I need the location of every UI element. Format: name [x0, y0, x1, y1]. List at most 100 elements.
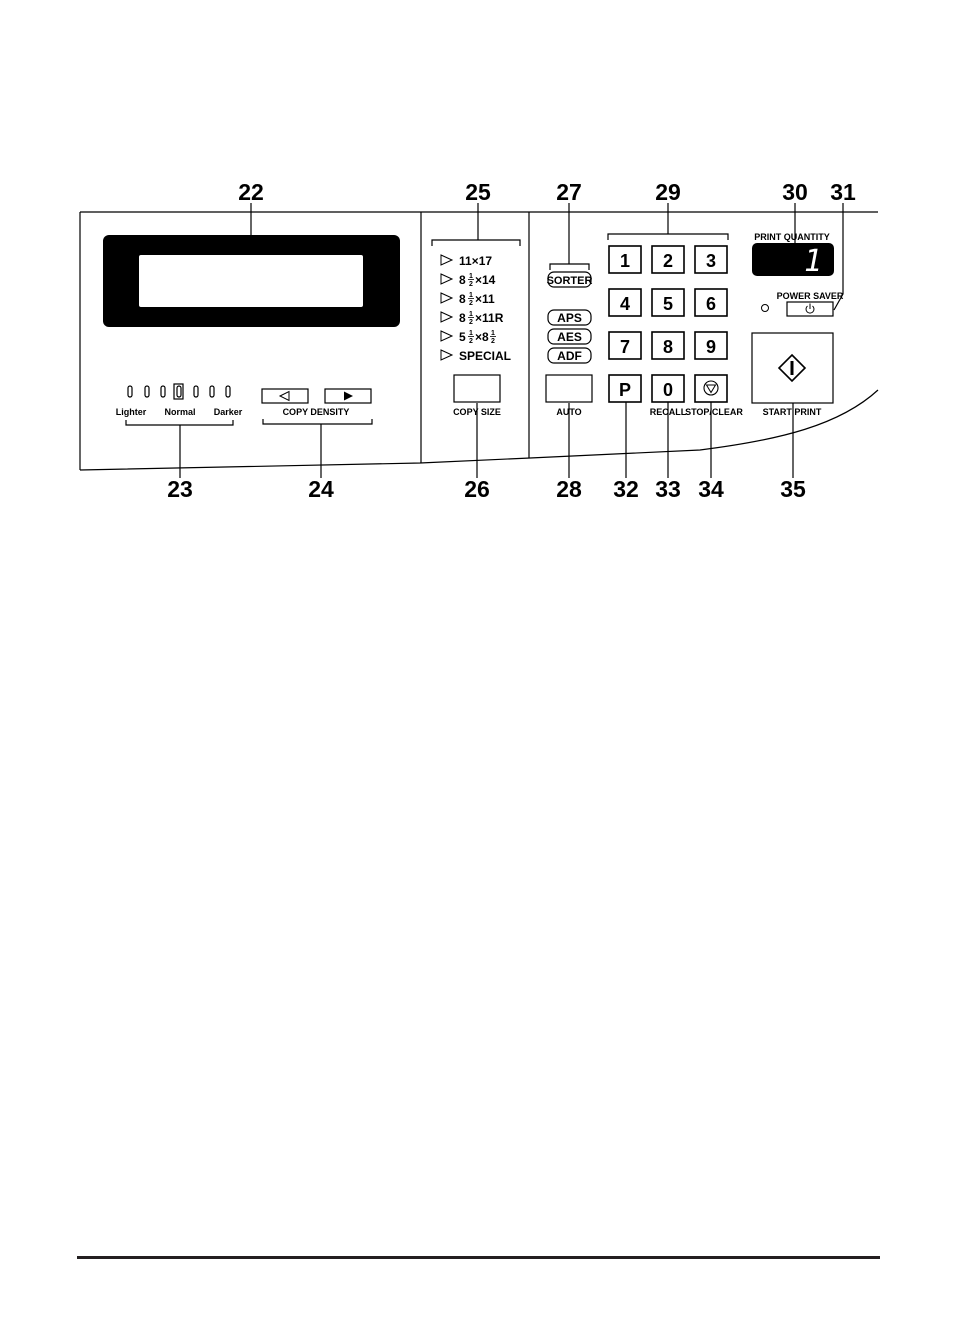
size-label: SPECIAL: [459, 349, 511, 363]
key-label: 7: [620, 337, 630, 357]
adf-indicator: ADF: [547, 347, 592, 364]
callout-24: 24: [308, 476, 334, 502]
callout-27: 27: [556, 179, 582, 205]
callout-34: 34: [698, 476, 724, 502]
triangle-led-icon: [440, 311, 454, 323]
copy-size-button[interactable]: [453, 374, 501, 403]
sorter-indicator: SORTER: [547, 271, 593, 288]
callout-35: 35: [780, 476, 806, 502]
size-indicator-11x17: 11×17: [440, 254, 492, 268]
triangle-led-icon: [440, 273, 454, 285]
frac-num: 1: [491, 330, 495, 337]
key-9[interactable]: 9: [694, 331, 728, 360]
key-label: 0: [663, 380, 673, 400]
density-indicators: [127, 383, 231, 400]
print-quantity-display: 1: [752, 243, 834, 279]
key-label: 9: [706, 337, 716, 357]
key-7[interactable]: 7: [608, 331, 642, 360]
bracket-29: [607, 233, 729, 240]
density-led-1: [127, 385, 133, 398]
key-label: 8: [663, 337, 673, 357]
key-label: P: [619, 380, 631, 400]
label-stop-clear: STOP/CLEAR: [685, 407, 743, 417]
callout-29: 29: [655, 179, 681, 205]
density-led-3: [160, 385, 166, 398]
aps-indicator: APS: [547, 309, 592, 326]
auto-button[interactable]: [545, 374, 593, 403]
key-5[interactable]: 5: [651, 288, 685, 317]
print-quantity-value: 1: [804, 244, 822, 279]
triangle-led-icon: [440, 330, 454, 342]
bracket-25: [431, 239, 521, 246]
frac-den: 2: [469, 300, 473, 307]
density-led-6: [209, 385, 215, 398]
callout-25: 25: [465, 179, 491, 205]
size-indicator-8half-x11: 8 1 2 ×11: [440, 292, 495, 307]
size-rest: ×11R: [475, 311, 504, 325]
power-saver-indicator-led: [761, 304, 769, 312]
callout-31: 31: [830, 179, 856, 205]
density-led-4: [176, 385, 182, 398]
callout-33: 33: [655, 476, 681, 502]
size-indicator-special: SPECIAL: [440, 349, 511, 363]
footer-rule: [77, 1256, 880, 1259]
callout-30: 30: [782, 179, 808, 205]
frac-den: 2: [469, 319, 473, 326]
key-6[interactable]: 6: [694, 288, 728, 317]
key-3[interactable]: 3: [694, 245, 728, 274]
label-darker: Darker: [214, 407, 243, 417]
size-indicator-5half-x8half: 5 1 2 ×8 1 2: [440, 330, 496, 345]
density-lighter-button[interactable]: [261, 388, 309, 404]
size-whole: 5: [459, 330, 466, 344]
key-2[interactable]: 2: [651, 245, 685, 274]
frac-den: 2: [469, 281, 473, 288]
copy-size-list: 11×17 8 1 2 ×14 8 1 2 ×11 8 1 2 ×11R 5 1…: [440, 254, 511, 363]
size-rest: ×11: [475, 292, 495, 306]
density-led-7: [225, 385, 231, 398]
start-print-button[interactable]: [751, 332, 834, 404]
key-label: 3: [706, 251, 716, 271]
label-power-saver: POWER SAVER: [777, 291, 844, 301]
message-display: [103, 235, 400, 327]
size-whole: 8: [459, 273, 466, 287]
bracket-23: [125, 420, 234, 426]
key-p[interactable]: P: [608, 374, 642, 403]
key-0-recall[interactable]: 0: [651, 374, 685, 403]
size-indicator-8half-x14: 8 1 2 ×14: [440, 273, 496, 288]
triangle-led-icon: [440, 292, 454, 304]
display-screen: [139, 255, 363, 307]
power-saver-button[interactable]: [786, 301, 834, 317]
key-1[interactable]: 1: [608, 245, 642, 274]
size-indicator-8half-x11r: 8 1 2 ×11R: [440, 311, 504, 326]
adf-label: ADF: [557, 349, 582, 363]
aes-label: AES: [557, 330, 582, 344]
frac-den: 2: [491, 338, 495, 345]
key-label: 2: [663, 251, 673, 271]
bracket-24: [262, 419, 373, 425]
control-panel-diagram: 22 Lighter Normal Darker 23 COPY DENSITY…: [77, 179, 880, 1259]
key-label: 5: [663, 294, 673, 314]
aes-indicator: AES: [547, 328, 592, 345]
key-8[interactable]: 8: [651, 331, 685, 360]
bracket-27: [549, 263, 590, 270]
triangle-led-icon: [440, 254, 454, 266]
label-copy-density: COPY DENSITY: [283, 407, 350, 417]
density-darker-button[interactable]: [324, 388, 372, 404]
callout-26: 26: [464, 476, 490, 502]
label-lighter: Lighter: [116, 407, 147, 417]
key-4[interactable]: 4: [608, 288, 642, 317]
callout-28: 28: [556, 476, 582, 502]
size-label: 11×17: [459, 254, 492, 268]
key-label: 1: [620, 251, 630, 271]
size-whole: 8: [459, 292, 466, 306]
frac-den: 2: [469, 338, 473, 345]
size-rest: ×8: [475, 330, 489, 344]
density-led-5: [193, 385, 199, 398]
callout-23: 23: [167, 476, 193, 502]
sorter-label: SORTER: [547, 275, 593, 287]
key-label: 6: [706, 294, 716, 314]
label-start-print: START PRINT: [763, 407, 822, 417]
size-whole: 8: [459, 311, 466, 325]
stop-clear-button[interactable]: [694, 374, 728, 403]
frac-num: 1: [469, 273, 473, 280]
